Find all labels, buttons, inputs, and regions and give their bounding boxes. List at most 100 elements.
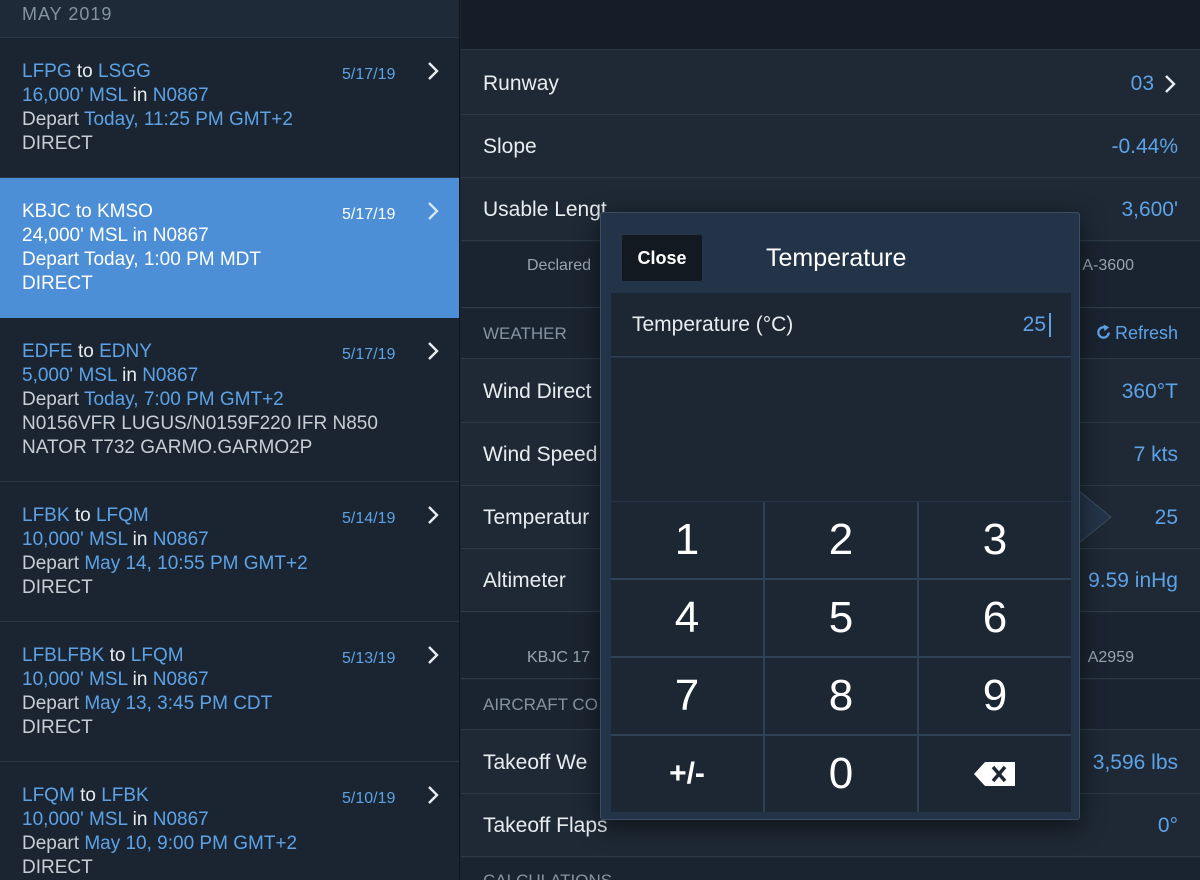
- trip-origin: KBJC: [22, 201, 71, 222]
- temperature-label: Temperatur: [483, 506, 590, 529]
- trip-to-word: to: [75, 201, 92, 222]
- trip-aircraft: N0867: [142, 365, 199, 386]
- trip-altitude: 10,000' MSL: [22, 809, 128, 830]
- key-3[interactable]: 3: [919, 502, 1071, 578]
- trip-depart-time: May 14, 10:55 PM GMT+2: [84, 553, 308, 574]
- refresh-button[interactable]: Refresh: [1095, 323, 1178, 344]
- trip-in-word: in: [132, 809, 148, 830]
- trip-depart-time: May 13, 3:45 PM CDT: [84, 693, 273, 714]
- backspace-icon: [974, 762, 1015, 786]
- chevron-right-icon: [428, 202, 439, 220]
- key-plus-minus[interactable]: +/-: [611, 736, 763, 812]
- close-button[interactable]: Close: [622, 235, 702, 281]
- trip-date: 5/10/19: [342, 790, 396, 807]
- runway-row[interactable]: Runway 03: [461, 52, 1200, 115]
- key-4[interactable]: 4: [611, 580, 763, 656]
- trip-aircraft: N0867: [152, 85, 209, 106]
- trip-depart-time: Today, 11:25 PM GMT+2: [83, 109, 293, 130]
- trip-list: MAY 2019 LFPG to LSGG 16,000' MSL in N086…: [0, 0, 460, 880]
- trip-to-word: to: [80, 785, 96, 806]
- key-1[interactable]: 1: [611, 502, 763, 578]
- declared-note-right: A-3600: [1082, 257, 1134, 274]
- usable-length-value: 3,600': [1121, 198, 1178, 221]
- usable-length-label: Usable Lengt: [483, 198, 607, 221]
- trip-in-word: in: [122, 365, 137, 386]
- trip-altitude: 5,000' MSL: [22, 365, 117, 386]
- trip-row[interactable]: KBJC to KMSO 24,000' MSL in N0867 Depart T…: [0, 178, 459, 318]
- takeoff-flaps-label: Takeoff Flaps: [483, 814, 608, 837]
- trip-depart-time: May 10, 9:00 PM GMT+2: [84, 833, 298, 854]
- trip-destination: LFBK: [101, 785, 149, 806]
- key-5[interactable]: 5: [765, 580, 917, 656]
- slope-value: -0.44%: [1111, 135, 1178, 158]
- trip-date: 5/13/19: [342, 650, 396, 667]
- popover-arrow: [1079, 491, 1112, 543]
- trip-date: 5/17/19: [342, 66, 396, 83]
- backspace-key[interactable]: [919, 736, 1071, 812]
- trip-depart-line: Depart May 14, 10:55 PM GMT+2: [22, 552, 438, 576]
- weather-header-label: WEATHER: [483, 324, 567, 343]
- trip-row[interactable]: LFBK to LFQM 10,000' MSL in N0867 Depart M…: [0, 482, 459, 622]
- trip-route: DIRECT: [22, 577, 93, 598]
- trip-altitude: 10,000' MSL: [22, 529, 128, 550]
- runway-value: 03: [1130, 72, 1154, 95]
- runway-label: Runway: [483, 72, 559, 95]
- trip-date: 5/17/19: [342, 346, 396, 363]
- chevron-right-icon: [428, 786, 439, 804]
- chevron-right-icon: [428, 506, 439, 524]
- calculations-section-header: CALCULATIONS: [461, 858, 1200, 880]
- key-6[interactable]: 6: [919, 580, 1071, 656]
- key-0[interactable]: 0: [765, 736, 917, 812]
- trip-destination: LFQM: [95, 505, 149, 526]
- trip-origin: EDFE: [22, 341, 73, 362]
- trip-altitude-line: 10,000' MSL in N0867: [22, 528, 438, 552]
- trip-row[interactable]: LFBLFBK to LFQM 10,000' MSL in N0867 Depar…: [0, 622, 459, 762]
- trip-depart-word: Depart: [22, 833, 80, 854]
- trip-row[interactable]: LFPG to LSGG 16,000' MSL in N0867 Depart T…: [0, 38, 459, 178]
- temperature-field-row[interactable]: Temperature (°C) 25: [611, 293, 1071, 357]
- trip-depart-word: Depart: [22, 249, 80, 270]
- wind-speed-label: Wind Speed: [483, 443, 598, 466]
- trip-date: 5/14/19: [342, 510, 396, 527]
- slope-row: Slope -0.44%: [461, 115, 1200, 178]
- key-9[interactable]: 9: [919, 658, 1071, 734]
- temperature-field-label: Temperature (°C): [632, 313, 794, 336]
- trip-date: 5/17/19: [342, 206, 396, 223]
- trip-depart-word: Depart: [22, 693, 80, 714]
- trip-destination: LFQM: [130, 645, 184, 666]
- trip-altitude-line: 10,000' MSL in N0867: [22, 808, 438, 832]
- trip-to-word: to: [109, 645, 126, 666]
- trip-route: DIRECT: [22, 857, 93, 878]
- refresh-icon: [1097, 324, 1110, 339]
- trip-origin: LFQM: [22, 785, 75, 806]
- trip-origin: LFPG: [22, 61, 72, 82]
- trip-origin: LFBK: [22, 505, 70, 526]
- trip-aircraft: N0867: [152, 809, 209, 830]
- trip-origin: LFBLFBK: [22, 645, 105, 666]
- trip-route: N0156VFR LUGUS/N0159F220 IFR N850: [22, 413, 378, 434]
- trip-route: DIRECT: [22, 273, 93, 294]
- trip-row[interactable]: EDFE to EDNY 5,000' MSL in N0867 Depart To…: [0, 318, 459, 482]
- trip-in-word: in: [132, 529, 148, 550]
- detail-top-bar: [461, 0, 1200, 50]
- takeoff-flaps-value: 0°: [1157, 814, 1178, 837]
- temperature-field-value[interactable]: 25: [1023, 313, 1051, 337]
- key-7[interactable]: 7: [611, 658, 763, 734]
- trip-altitude: 24,000' MSL: [22, 225, 128, 246]
- chevron-right-icon: [428, 342, 439, 360]
- trip-row[interactable]: LFQM to LFBK 10,000' MSL in N0867 Depart M…: [0, 762, 459, 880]
- trip-depart-line: Depart Today, 7:00 PM GMT+2: [22, 388, 438, 412]
- month-section-header: MAY 2019: [0, 0, 459, 38]
- key-2[interactable]: 2: [765, 502, 917, 578]
- popover-title: Temperature: [766, 244, 907, 272]
- trip-destination: LSGG: [98, 61, 151, 82]
- declared-note-left: Declared: [527, 257, 592, 274]
- trip-depart-word: Depart: [22, 109, 80, 130]
- key-8[interactable]: 8: [765, 658, 917, 734]
- trip-aircraft: N0867: [152, 225, 209, 246]
- calculations-header-label: CALCULATIONS: [483, 871, 612, 880]
- trip-destination: EDNY: [99, 341, 152, 362]
- trip-depart-time: Today, 7:00 PM GMT+2: [83, 389, 284, 410]
- chevron-right-icon: [1165, 75, 1176, 93]
- chevron-right-icon: [428, 646, 439, 664]
